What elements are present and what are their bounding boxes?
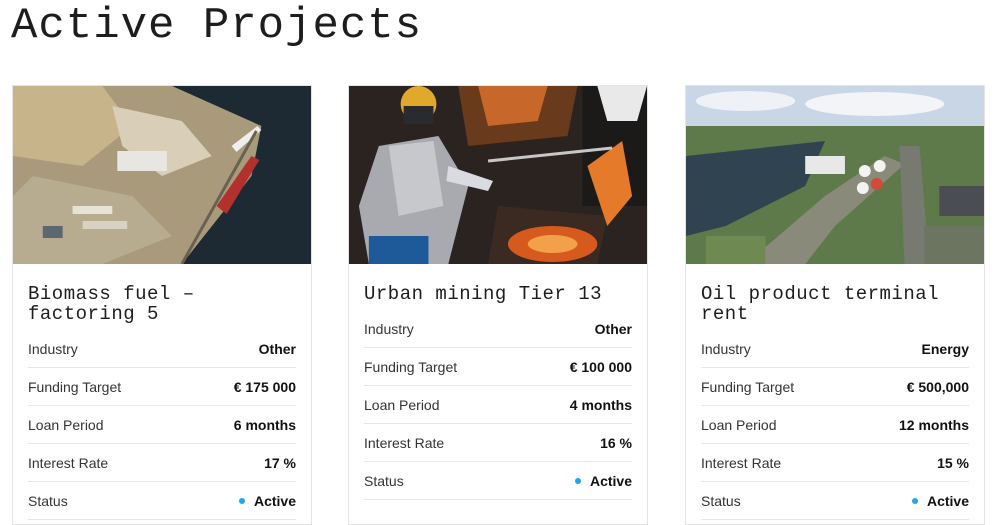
status-row: Status Active	[701, 482, 969, 520]
industry-value: Energy	[921, 340, 969, 357]
project-photo-port[interactable]	[13, 86, 311, 264]
industry-row: Industry Other	[364, 310, 632, 348]
status-badge: Active	[238, 492, 296, 509]
project-card[interactable]: Biomass fuel – factoring 5 Industry Othe…	[12, 85, 312, 525]
funding-target-label: Funding Target	[364, 358, 458, 375]
project-details: Industry Energy Funding Target € 500,000…	[701, 330, 969, 520]
loan-period-value: 6 months	[233, 416, 296, 433]
status-label: Status	[701, 492, 741, 509]
status-value: Active	[926, 492, 969, 509]
loan-period-row: Loan Period 12 months	[701, 406, 969, 444]
status-dot-icon	[574, 477, 581, 484]
status-label: Status	[28, 492, 68, 509]
status-row: Status Active	[364, 462, 632, 500]
industry-label: Industry	[364, 320, 414, 337]
interest-rate-label: Interest Rate	[364, 434, 445, 451]
funding-target-value: € 175 000	[233, 378, 296, 395]
project-card[interactable]: Oil product terminal rent Industry Energ…	[685, 85, 985, 525]
loan-period-value: 12 months	[898, 416, 969, 433]
loan-period-row: Loan Period 6 months	[28, 406, 296, 444]
funding-target-label: Funding Target	[701, 378, 795, 395]
status-dot-icon	[238, 497, 245, 504]
project-details: Industry Other Funding Target € 100 000 …	[364, 310, 632, 500]
funding-target-label: Funding Target	[28, 378, 122, 395]
status-dot-icon	[911, 497, 918, 504]
interest-rate-row: Interest Rate 17 %	[28, 444, 296, 482]
status-value: Active	[253, 492, 296, 509]
industry-value: Other	[594, 320, 632, 337]
interest-rate-label: Interest Rate	[28, 454, 109, 471]
industry-label: Industry	[701, 340, 751, 357]
funding-target-row: Funding Target € 175 000	[28, 368, 296, 406]
interest-rate-value: 17 %	[264, 454, 296, 471]
industry-row: Industry Energy	[701, 330, 969, 368]
project-title[interactable]: Biomass fuel – factoring 5	[28, 284, 296, 324]
project-title[interactable]: Urban mining Tier 13	[364, 284, 632, 304]
interest-rate-label: Interest Rate	[701, 454, 782, 471]
industry-label: Industry	[28, 340, 78, 357]
industry-row: Industry Other	[28, 330, 296, 368]
status-row: Status Active	[28, 482, 296, 520]
project-photo-foundry[interactable]	[349, 86, 647, 264]
interest-rate-row: Interest Rate 16 %	[364, 424, 632, 462]
project-cards: Biomass fuel – factoring 5 Industry Othe…	[12, 85, 988, 525]
loan-period-label: Loan Period	[364, 396, 440, 413]
interest-rate-value: 15 %	[937, 454, 969, 471]
loan-period-value: 4 months	[569, 396, 632, 413]
loan-period-label: Loan Period	[701, 416, 777, 433]
loan-period-label: Loan Period	[28, 416, 104, 433]
status-value: Active	[589, 472, 632, 489]
funding-target-value: € 100 000	[569, 358, 632, 375]
funding-target-value: € 500,000	[906, 378, 969, 395]
interest-rate-value: 16 %	[600, 434, 632, 451]
project-photo-terminal[interactable]	[686, 86, 984, 264]
project-card[interactable]: Urban mining Tier 13 Industry Other Fund…	[348, 85, 648, 525]
loan-period-row: Loan Period 4 months	[364, 386, 632, 424]
status-label: Status	[364, 472, 404, 489]
status-badge: Active	[911, 492, 969, 509]
project-title[interactable]: Oil product terminal rent	[701, 284, 969, 324]
interest-rate-row: Interest Rate 15 %	[701, 444, 969, 482]
funding-target-row: Funding Target € 500,000	[701, 368, 969, 406]
status-badge: Active	[574, 472, 632, 489]
funding-target-row: Funding Target € 100 000	[364, 348, 632, 386]
page-title: Active Projects	[11, 1, 423, 51]
project-details: Industry Other Funding Target € 175 000 …	[28, 330, 296, 520]
industry-value: Other	[258, 340, 296, 357]
